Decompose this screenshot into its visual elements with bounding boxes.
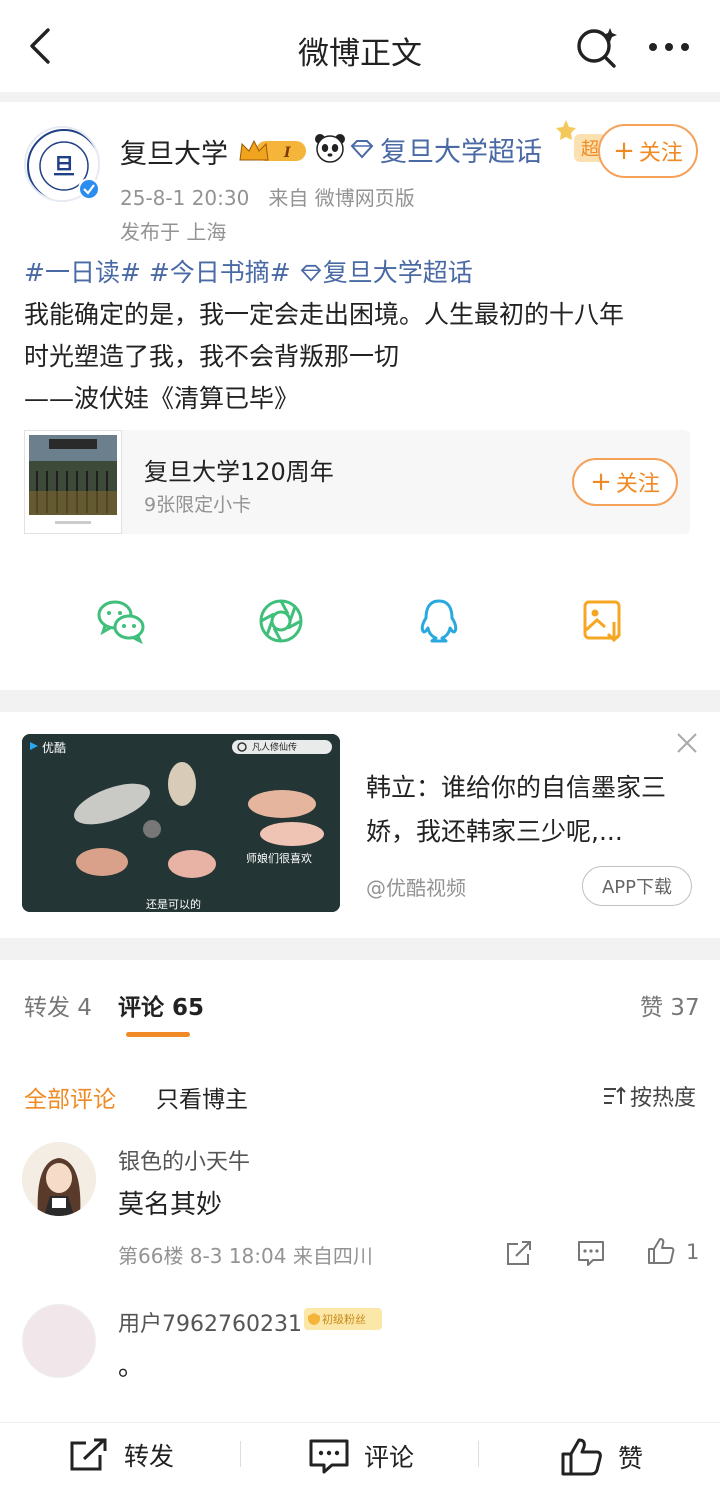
crown-badge-icon: I (239, 139, 306, 161)
hashtag-line: #一日读# #今日书摘# 复旦大学超话 (24, 252, 700, 294)
reply-icon[interactable] (576, 1238, 606, 1268)
collection-card[interactable]: 复旦大学120周年 9张限定小卡 + 关注 (24, 430, 690, 534)
ad-title[interactable]: 韩立：谁给你的自信墨家三娇，我还韩家三少呢,... (366, 766, 688, 854)
comment-text: 。 (118, 1352, 145, 1382)
card-title: 复旦大学120周年 (144, 458, 334, 486)
ad-source: @优酷视频 (366, 876, 466, 900)
post-source: 来自 微博网页版 (268, 186, 415, 210)
hashtag-link[interactable]: #一日读# (24, 258, 141, 287)
follow-label: 关注 (638, 141, 683, 166)
bottom-action-bar: 转发 评论 赞 (0, 1422, 720, 1485)
more-dots-icon[interactable] (646, 30, 692, 64)
post-time: 25-8-1 20:30 (120, 186, 250, 210)
diamond-icon (350, 140, 374, 159)
sort-label: 按热度 (630, 1086, 697, 1111)
post-text-line: 我能确定的是，我一定会走出困境。人生最初的十八年 (24, 300, 625, 329)
post-content: #一日读# #今日书摘# 复旦大学超话 我能确定的是，我一定会走出困境。人生最初… (24, 252, 700, 420)
fan-badge: 初级粉丝 (304, 1308, 382, 1330)
post-text-line: ——波伏娃《清算已毕》 (24, 384, 300, 413)
post-text-line: 时光塑造了我，我不会背叛那一切 (24, 342, 400, 371)
interaction-tabs: 转发 4 评论 65 赞 37 (0, 960, 720, 1042)
repost-button[interactable]: 转发 (68, 1437, 174, 1473)
filter-author-only[interactable]: 只看博主 (156, 1080, 248, 1114)
follow-button[interactable]: + 关注 (598, 124, 698, 178)
card-thumbnail (24, 430, 122, 534)
comment-avatar[interactable] (22, 1142, 96, 1216)
card-follow-button[interactable]: + 关注 (572, 458, 678, 506)
tab-comments[interactable]: 评论 65 (118, 988, 204, 1022)
svg-text:I: I (283, 145, 291, 161)
ad-card[interactable]: 优酷 凡人修仙传 师娘们很喜欢 还是可以的 韩立：谁给你的自信墨家三娇，我还韩家… (0, 712, 720, 938)
close-icon[interactable] (676, 732, 698, 754)
comment-button[interactable]: 评论 (308, 1437, 414, 1475)
hashtag-link[interactable]: #今日书摘# (149, 258, 291, 287)
app-download-button[interactable]: APP下载 (582, 866, 692, 906)
repost-icon (70, 1438, 107, 1471)
comment-meta: 第66楼 8-3 18:04 来自四川 (118, 1244, 373, 1268)
like-label: 赞 (618, 1444, 644, 1473)
wechat-icon[interactable] (96, 596, 146, 646)
author-name[interactable]: 复旦大学 (120, 132, 228, 171)
comment-icon (309, 1439, 349, 1474)
post-location: 发布于 上海 (120, 220, 227, 244)
video-search-text: 凡人修仙传 (252, 743, 298, 753)
supertopic-label: 复旦大学超话 (380, 136, 542, 168)
video-subtitle: 还是可以的 (146, 898, 201, 911)
card-subtitle: 9张限定小卡 (144, 494, 252, 516)
nav-bar: 微博正文 (0, 0, 720, 92)
sort-icon (604, 1086, 626, 1104)
svg-text:超: 超 (581, 139, 599, 160)
follow-label: 关注 (615, 472, 660, 497)
post-meta: 25-8-1 20:30 来自 微博网页版 (120, 182, 415, 211)
like-icon[interactable] (646, 1236, 676, 1266)
sort-button[interactable]: 按热度 (602, 1080, 696, 1112)
topic-link-label: 复旦大学超话 (322, 258, 473, 287)
qq-icon[interactable] (414, 596, 464, 646)
moments-icon[interactable] (256, 596, 306, 646)
plus-icon: + (590, 467, 612, 497)
topic-link[interactable]: 复旦大学超话 (299, 258, 473, 287)
plus-icon: + (613, 136, 635, 166)
panda-icon (315, 134, 345, 163)
divider (478, 1441, 479, 1467)
youku-logo: 优酷 (42, 741, 67, 755)
video-overlay-text: 师娘们很喜欢 (246, 852, 312, 865)
ad-video-thumbnail[interactable]: 优酷 凡人修仙传 师娘们很喜欢 还是可以的 (22, 734, 340, 912)
comment-avatar[interactable] (22, 1304, 96, 1378)
share-row (0, 596, 720, 656)
fan-badge-icon (308, 1313, 320, 1325)
fan-badge-label: 初级粉丝 (322, 1313, 366, 1326)
active-tab-indicator (126, 1032, 190, 1037)
svg-text:旦: 旦 (53, 154, 75, 180)
share-icon[interactable] (504, 1238, 534, 1268)
tab-likes[interactable]: 赞 37 (640, 988, 700, 1022)
comment-username[interactable]: 用户7962760231 (118, 1306, 302, 1338)
divider (240, 1441, 241, 1467)
comment-list: 全部评论 只看博主 按热度 银色的小天牛 莫名其妙 第66楼 8-3 18:04… (0, 1042, 720, 1422)
comment-username[interactable]: 银色的小天牛 (118, 1144, 250, 1176)
comment-like-count: 1 (686, 1240, 700, 1264)
comment-text: 莫名其妙 (118, 1190, 223, 1220)
tab-reposts[interactable]: 转发 4 (24, 988, 92, 1022)
diamond-icon (300, 264, 321, 282)
post-card: 旦 复旦大学 I 复旦大学超话 超 + 关注 25-8-1 20:30 来自 微博… (0, 102, 720, 690)
supertopic-link[interactable]: 复旦大学超话 (350, 132, 542, 168)
like-button[interactable]: 赞 (560, 1437, 643, 1477)
filter-all-comments[interactable]: 全部评论 (24, 1080, 116, 1114)
repost-label: 转发 (124, 1442, 175, 1471)
search-icon[interactable] (574, 24, 620, 70)
comment-label: 评论 (364, 1443, 415, 1472)
like-icon (561, 1438, 602, 1476)
verified-icon (78, 178, 100, 200)
save-image-icon[interactable] (578, 596, 628, 646)
